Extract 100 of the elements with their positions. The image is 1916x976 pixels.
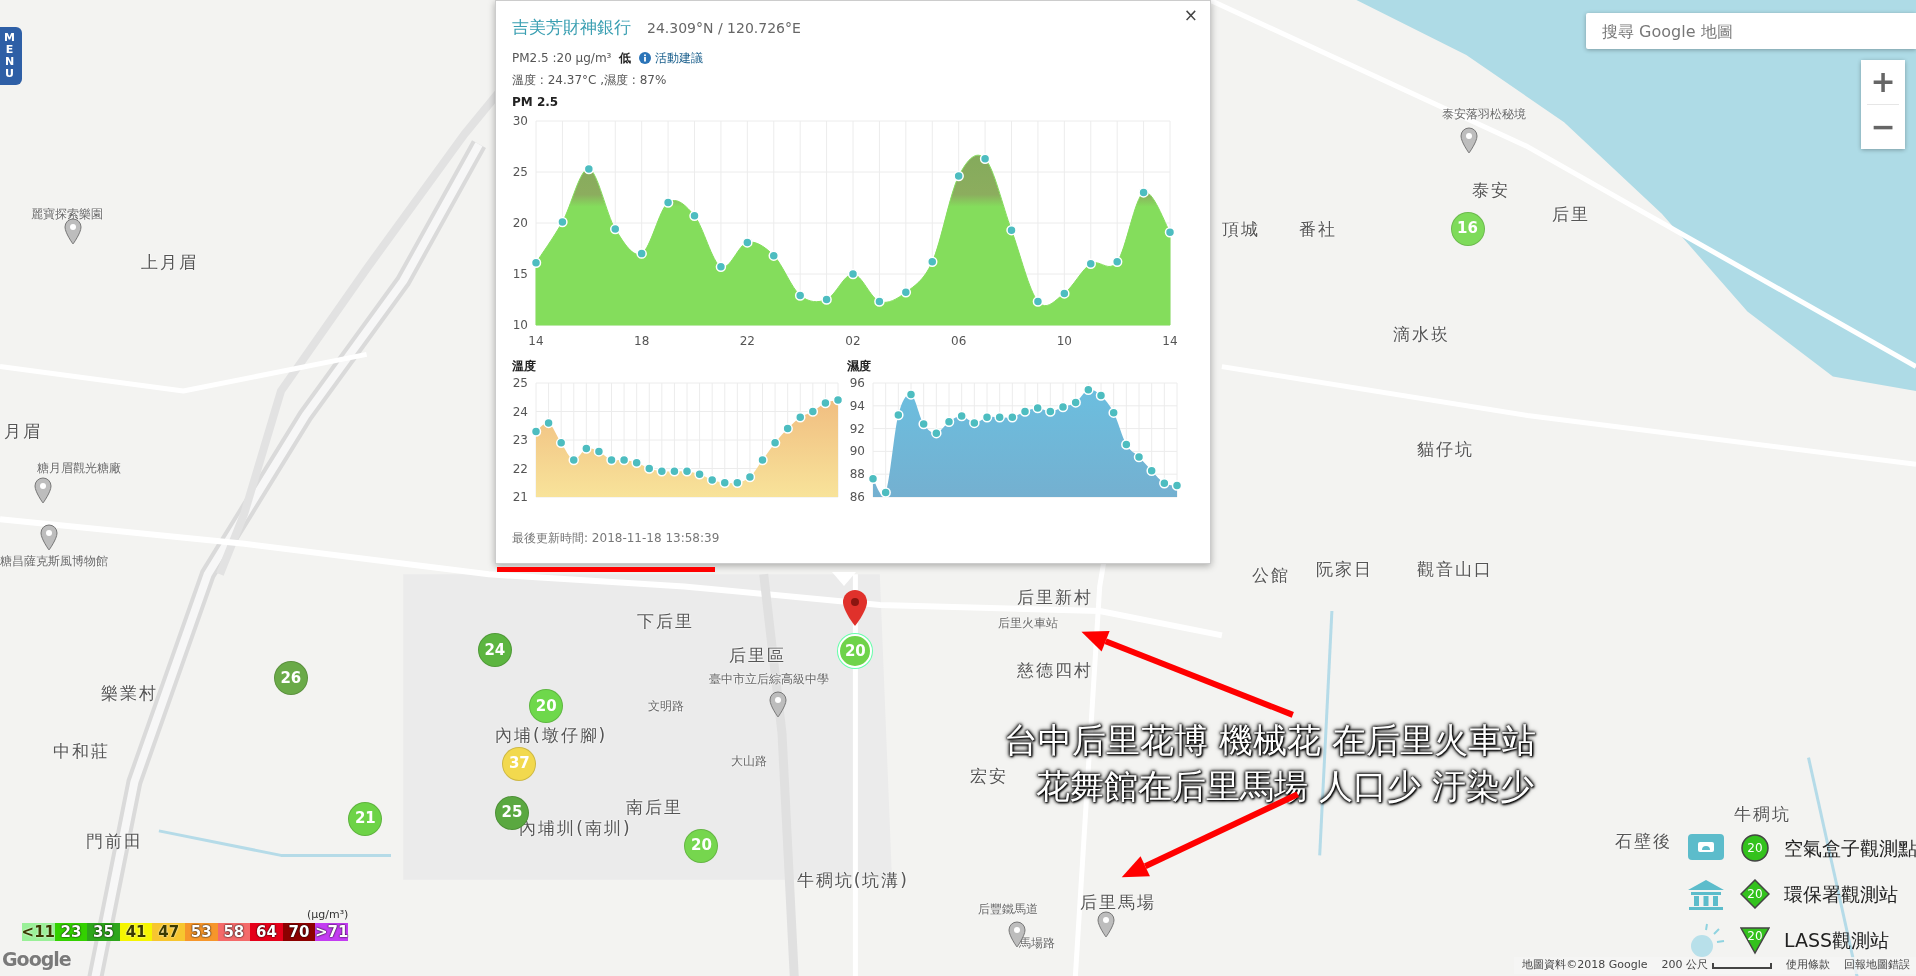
data-point (593, 445, 605, 457)
data-point (1146, 465, 1157, 476)
data-point (1006, 224, 1017, 235)
place-label: 番社 (1298, 219, 1337, 239)
data-point (669, 465, 680, 477)
axis-label: 88 (849, 466, 865, 481)
scale-swatch: 58 (217, 923, 251, 941)
data-point (927, 256, 938, 267)
report-link[interactable]: 回報地圖錯誤 (1844, 957, 1910, 974)
pm-reading: PM2.5 :20 μg/m³ (512, 49, 612, 67)
scale-text: 200 公尺 (1661, 957, 1708, 974)
axis-label: 30 (512, 113, 528, 128)
axis-label: 18 (634, 333, 650, 348)
axis-label: 25 (512, 375, 528, 390)
data-point (832, 394, 844, 405)
data-point (874, 295, 885, 307)
data-point (1070, 396, 1081, 408)
close-button[interactable]: × (1183, 3, 1198, 29)
data-point (689, 210, 700, 221)
terms-link[interactable]: 使用條款 (1786, 957, 1830, 974)
data-point (768, 249, 779, 261)
zoom-in-button[interactable]: + (1861, 60, 1905, 104)
legend-marker: 20 (1740, 833, 1770, 863)
pin-icon[interactable] (768, 691, 789, 720)
legend-label: LASS觀測站 (1784, 927, 1890, 953)
data-point (769, 437, 781, 448)
data-point (732, 477, 743, 488)
scale-swatch: 64 (250, 923, 283, 941)
poi-label: 文明路 (647, 700, 684, 714)
data-point (994, 411, 1005, 422)
axis-label: 24 (512, 404, 528, 418)
scale-swatch: >71 (315, 923, 348, 941)
axis-label: 10 (512, 317, 528, 332)
data-point (979, 153, 991, 164)
place-label: 后里 (1551, 205, 1590, 224)
place-label: 牛稠坑 (1733, 805, 1791, 824)
axis-label: 15 (512, 266, 528, 281)
data-point (867, 473, 879, 484)
pin-icon[interactable] (32, 477, 53, 506)
place-label: 阮家日 (1316, 559, 1373, 579)
axis-label: 02 (845, 333, 861, 348)
data-point (1095, 389, 1107, 401)
chart-title: PM 2.5 (512, 93, 560, 111)
pin-icon[interactable] (1458, 126, 1479, 155)
data-point (1085, 258, 1096, 269)
legend-marker: 20 (1740, 925, 1770, 955)
scale-swatch: 35 (87, 923, 120, 941)
data-point (744, 471, 756, 482)
place-label: 中和莊 (52, 741, 110, 761)
axis-label: 96 (849, 375, 865, 390)
axis-label: 20 (512, 215, 528, 230)
pin-icon[interactable] (63, 218, 84, 247)
legend-label: 空氣盒子觀測點 (1784, 835, 1916, 861)
menu-tab[interactable]: MENU (0, 27, 22, 86)
data-point (1108, 406, 1119, 418)
scale-bar (1712, 962, 1772, 969)
poi-label: 糖昌薩克斯風博物館 (0, 554, 108, 568)
data-point (943, 416, 955, 427)
advice-link[interactable]: 活動建議 (639, 48, 704, 67)
annotation-caption: 台中后里花博 機械花 在后里火車站 (1003, 719, 1538, 762)
data-point (782, 422, 793, 434)
poi-label: 后豐鐵馬道 (977, 903, 1038, 917)
poi-label: 糖月眉觀光糖廠 (36, 461, 121, 476)
place-label: 后里新村 (1016, 587, 1093, 607)
place-label: 門前田 (85, 832, 143, 851)
zoom-out-button[interactable]: − (1861, 105, 1905, 149)
data-point (918, 418, 929, 429)
data-point (795, 411, 806, 422)
data-point (820, 397, 831, 408)
data-point (880, 486, 891, 498)
data-point (636, 247, 647, 259)
axis-label: 23 (512, 432, 528, 447)
data-point (1171, 479, 1183, 491)
weather-text: 溫度 : 24.37°C ,濕度 : 87% (512, 71, 668, 89)
data-point (681, 465, 693, 477)
pin-icon[interactable] (1095, 911, 1116, 939)
place-label: 樂業村 (101, 684, 159, 703)
data-point (662, 196, 674, 208)
data-point (610, 223, 621, 234)
data-point (905, 388, 917, 400)
data-point (821, 293, 832, 305)
data-point (606, 454, 617, 465)
data-point (631, 457, 642, 468)
data-point (583, 163, 595, 174)
place-label: 月眉 (3, 421, 42, 441)
search-field[interactable]: 搜尋 Google 地圖 (1586, 13, 1916, 49)
level-text: 低 (619, 49, 632, 67)
place-label: 慈德四村 (1016, 661, 1093, 680)
data-point (981, 411, 993, 422)
poi-label: 麗寶探索樂園 (30, 207, 103, 221)
poi-label: 泰安落羽松秘境 (1441, 107, 1526, 121)
pin-icon[interactable] (38, 523, 59, 552)
data-point (1138, 186, 1149, 198)
poi-label: 馬場路 (1019, 937, 1056, 951)
data-point (530, 257, 542, 268)
scale-swatch: 47 (152, 923, 185, 941)
data-point (530, 425, 542, 437)
data-point (807, 405, 819, 417)
place-label: 牛稠坑(坑溝) (796, 871, 909, 890)
poi-label: 臺中市立后綜高級中學 (708, 673, 829, 687)
